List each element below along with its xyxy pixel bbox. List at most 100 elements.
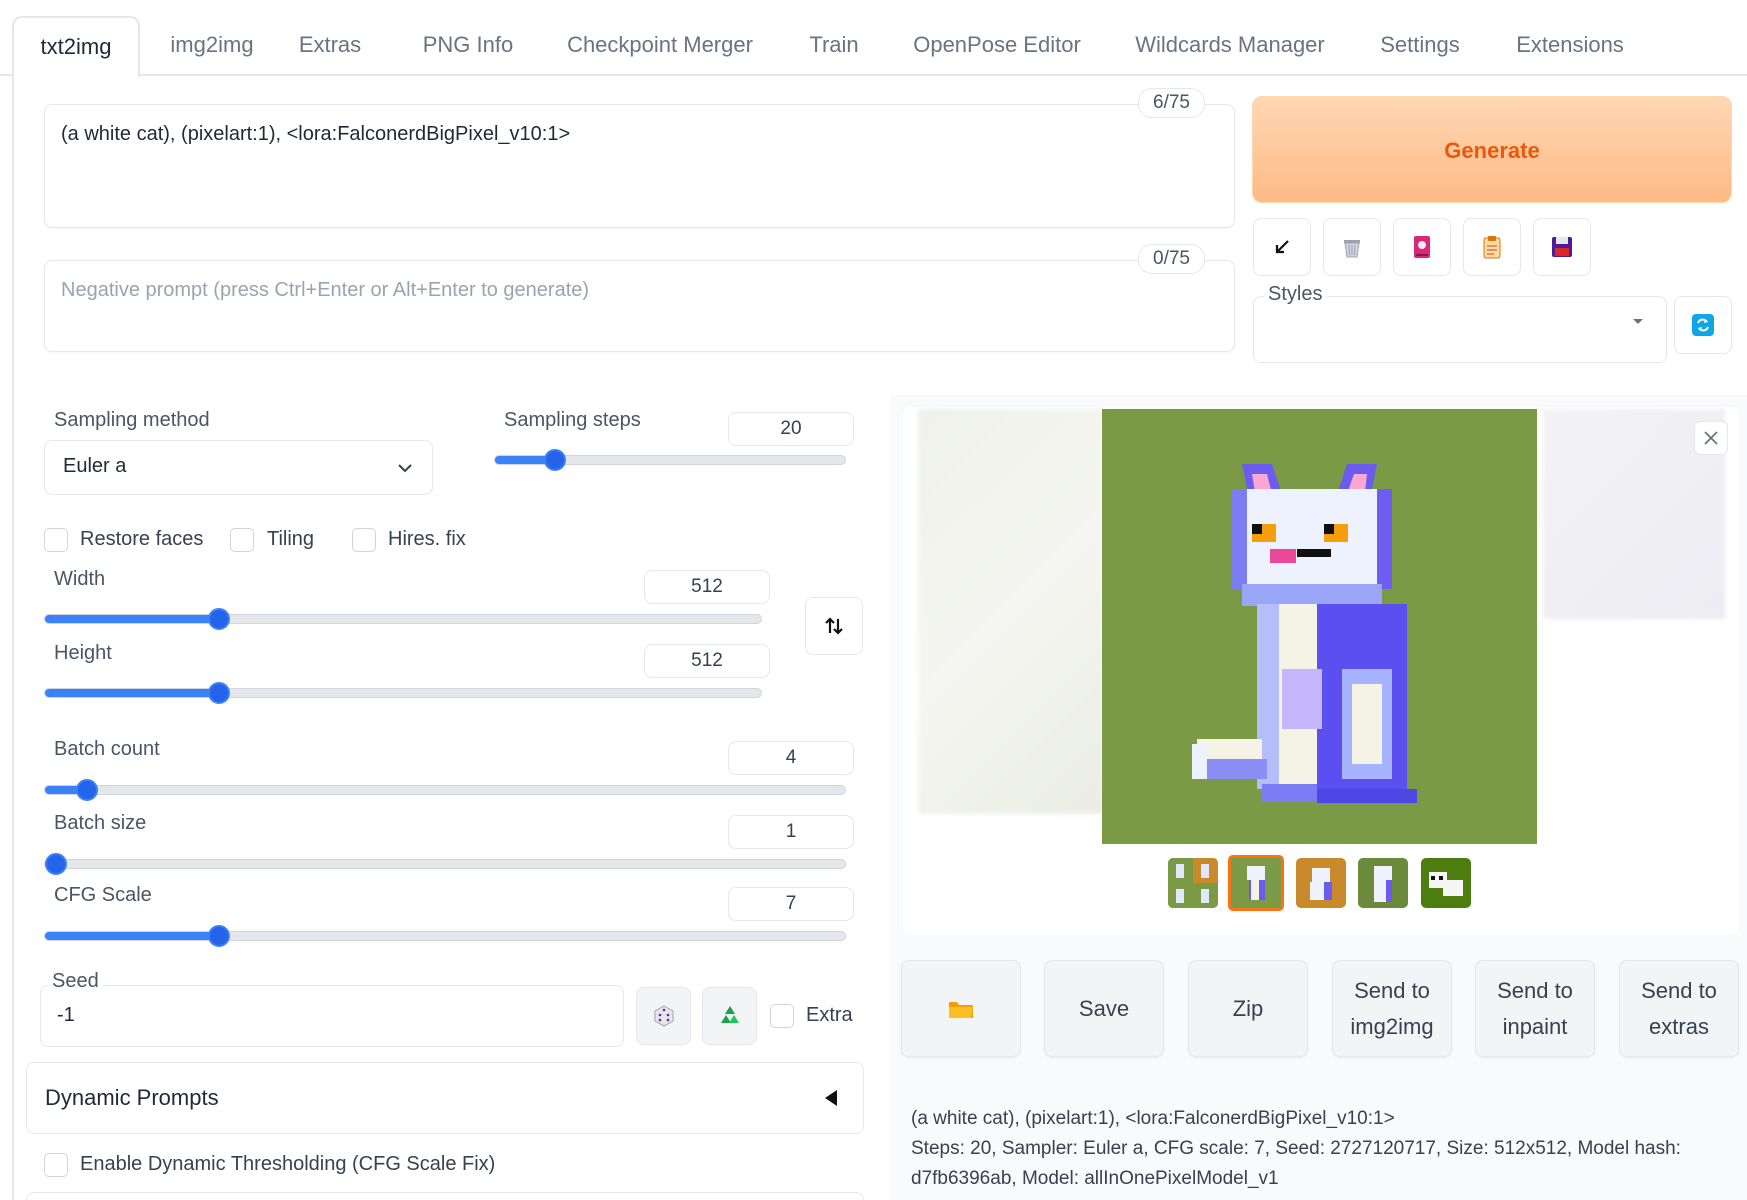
- cat-thumb: [1374, 866, 1392, 902]
- close-preview-button[interactable]: [1694, 421, 1728, 455]
- height-slider[interactable]: [44, 682, 762, 704]
- prompt-token-counter: 6/75: [1138, 88, 1205, 118]
- reuse-seed-button[interactable]: [702, 987, 757, 1045]
- cat-grid-thumb: [1168, 858, 1218, 908]
- slider-thumb[interactable]: [208, 925, 230, 947]
- read-params-button[interactable]: [1253, 218, 1311, 276]
- restore-faces-label: Restore faces: [80, 528, 204, 550]
- tab-checkpoint-merger[interactable]: Checkpoint Merger: [556, 20, 764, 76]
- batch-count-input[interactable]: 4: [728, 741, 854, 775]
- tab-train[interactable]: Train: [796, 20, 872, 76]
- extra-seed-checkbox[interactable]: [770, 1004, 794, 1028]
- close-icon: [1704, 431, 1718, 445]
- tab-openpose-editor[interactable]: OpenPose Editor: [906, 20, 1088, 76]
- arrow-down-left-icon: [1275, 240, 1289, 254]
- blurred-image-left: [918, 409, 1103, 814]
- slider-thumb[interactable]: [208, 682, 230, 704]
- slider-thumb[interactable]: [45, 853, 67, 875]
- slider-fill: [45, 932, 219, 940]
- height-input[interactable]: 512: [644, 644, 770, 678]
- negative-prompt-textarea[interactable]: Negative prompt (press Ctrl+Enter or Alt…: [44, 260, 1235, 352]
- tab-wildcards-manager[interactable]: Wildcards Manager: [1128, 20, 1332, 76]
- thumbnail-3[interactable]: [1358, 858, 1408, 908]
- slider-fill: [45, 615, 219, 623]
- cfg-scale-input[interactable]: 7: [728, 887, 854, 921]
- tab-bar: txt2img img2img Extras PNG Info Checkpoi…: [0, 0, 1747, 78]
- width-label: Width: [54, 568, 106, 590]
- slider-thumb[interactable]: [544, 449, 566, 471]
- seed-value: -1: [57, 1004, 75, 1026]
- generate-button[interactable]: Generate: [1252, 96, 1732, 203]
- tab-extras[interactable]: Extras: [282, 20, 378, 76]
- send-to-inpaint-button[interactable]: Send to inpaint: [1475, 960, 1595, 1057]
- thumbnail-1-selected[interactable]: [1228, 855, 1284, 911]
- cfg-scale-slider[interactable]: [44, 925, 846, 947]
- generated-image[interactable]: [1102, 409, 1537, 844]
- sampling-steps-slider[interactable]: [494, 449, 846, 471]
- show-extra-networks-button[interactable]: [1393, 218, 1451, 276]
- width-input[interactable]: 512: [644, 570, 770, 604]
- batch-size-input[interactable]: 1: [728, 815, 854, 849]
- thumbnail-grid[interactable]: [1168, 858, 1218, 908]
- open-folder-button[interactable]: [901, 960, 1021, 1057]
- prompt-text: (a white cat), (pixelart:1), <lora:Falco…: [61, 123, 571, 145]
- seed-label: Seed: [48, 970, 103, 993]
- batch-count-slider[interactable]: [44, 779, 846, 801]
- dice-icon: [654, 1005, 673, 1027]
- slider-thumb[interactable]: [76, 779, 98, 801]
- chevron-down-icon: [1633, 319, 1643, 324]
- thumbnail-4[interactable]: [1421, 858, 1471, 908]
- refresh-styles-button[interactable]: [1674, 296, 1732, 354]
- zip-button[interactable]: Zip: [1188, 960, 1308, 1057]
- restore-faces-checkbox[interactable]: [44, 528, 68, 552]
- clear-prompt-button[interactable]: [1323, 218, 1381, 276]
- tab-extensions[interactable]: Extensions: [1508, 20, 1632, 76]
- sampling-steps-input[interactable]: 20: [728, 412, 854, 446]
- send-to-extras-label-2: extras: [1649, 1013, 1709, 1039]
- styles-dropdown[interactable]: [1253, 296, 1667, 363]
- slider-thumb[interactable]: [208, 608, 230, 630]
- width-slider[interactable]: [44, 608, 762, 630]
- pixel-cat-image: [1192, 464, 1417, 803]
- hires-fix-checkbox[interactable]: [352, 528, 376, 552]
- bookmark-icon: [1414, 236, 1430, 258]
- tab-settings[interactable]: Settings: [1370, 20, 1470, 76]
- recycle-icon: [720, 1006, 739, 1023]
- trash-icon: [1344, 240, 1360, 258]
- chevron-down-icon: [398, 464, 412, 473]
- thumbnail-2[interactable]: [1296, 858, 1346, 908]
- swap-dimensions-button[interactable]: [805, 597, 863, 655]
- prompt-textarea[interactable]: (a white cat), (pixelart:1), <lora:Falco…: [44, 104, 1235, 228]
- content-border: [12, 76, 14, 1200]
- sampling-method-label: Sampling method: [54, 409, 210, 431]
- folder-icon: [949, 1001, 973, 1018]
- dynamic-thresholding-checkbox[interactable]: [44, 1153, 68, 1177]
- dynamic-thresholding-label: Enable Dynamic Thresholding (CFG Scale F…: [80, 1153, 496, 1175]
- tab-img2img[interactable]: img2img: [150, 20, 274, 76]
- sampling-method-select[interactable]: Euler a: [44, 440, 433, 495]
- send-to-img2img-button[interactable]: Send to img2img: [1332, 960, 1452, 1057]
- sampling-steps-label: Sampling steps: [504, 409, 641, 431]
- send-to-img2img-label-1: Send to: [1354, 977, 1430, 1003]
- triangle-left-icon: [825, 1090, 837, 1106]
- generation-info-model: d7fb6396ab, Model: allInOnePixelModel_v1: [911, 1168, 1279, 1189]
- clipboard-icon: [1483, 236, 1501, 259]
- send-to-extras-button[interactable]: Send to extras: [1619, 960, 1739, 1057]
- extra-seed-label: Extra: [806, 1004, 853, 1026]
- floppy-disk-icon: [1552, 237, 1572, 257]
- tiling-label: Tiling: [267, 528, 315, 550]
- tab-png-info[interactable]: PNG Info: [410, 20, 526, 76]
- send-to-inpaint-label-2: inpaint: [1502, 1013, 1568, 1039]
- tab-txt2img[interactable]: txt2img: [12, 16, 140, 78]
- dynamic-prompts-accordion[interactable]: Dynamic Prompts: [26, 1062, 864, 1134]
- tiling-checkbox[interactable]: [230, 528, 254, 552]
- save-button[interactable]: Save: [1044, 960, 1164, 1057]
- save-style-button[interactable]: [1533, 218, 1591, 276]
- random-seed-button[interactable]: [636, 987, 691, 1045]
- apply-style-button[interactable]: [1463, 218, 1521, 276]
- swap-icon: [825, 617, 843, 635]
- slider-fill: [45, 689, 219, 697]
- batch-size-slider[interactable]: [44, 853, 846, 875]
- cat-thumb: [1429, 872, 1463, 896]
- seed-input[interactable]: -1: [40, 985, 624, 1047]
